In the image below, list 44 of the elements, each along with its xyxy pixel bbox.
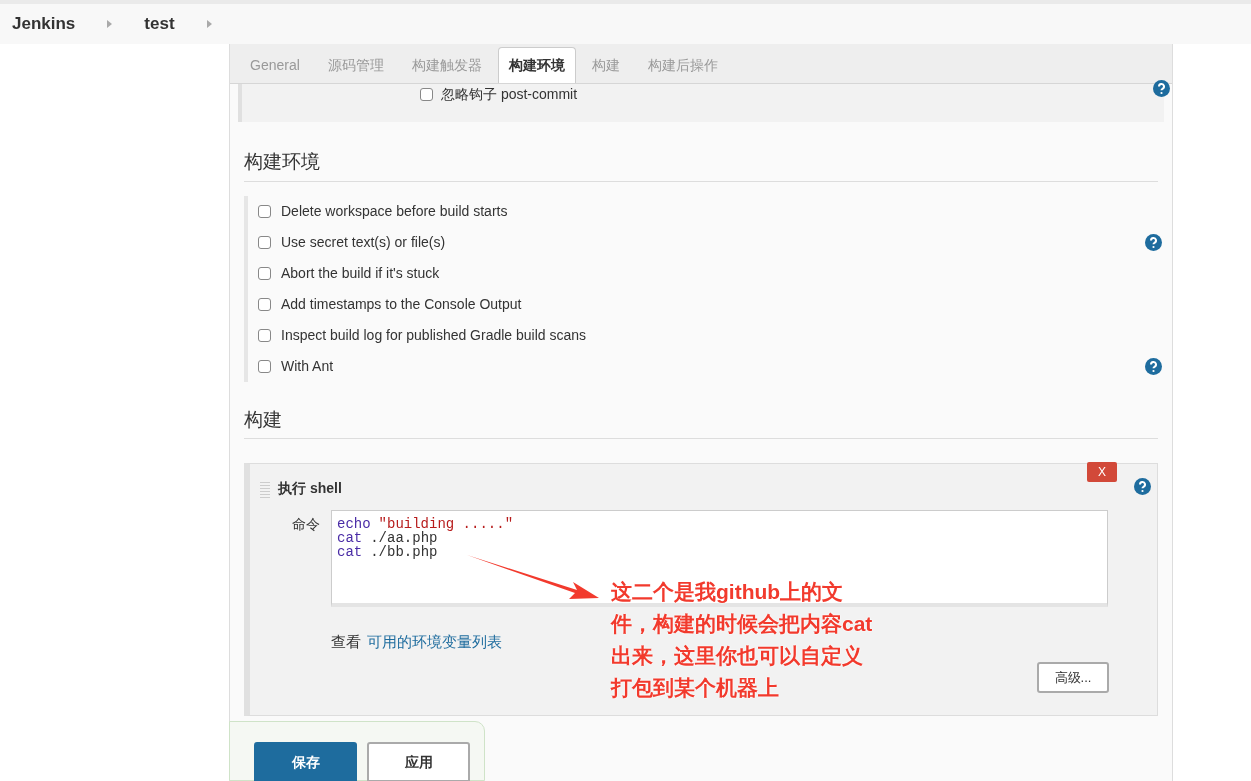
code-keyword: echo [337, 516, 371, 532]
form-button[interactable]: 保存 [254, 742, 357, 781]
code-keyword: cat [337, 544, 363, 560]
section-title: 构建 [244, 405, 1158, 439]
breadcrumb-link[interactable]: Jenkins [8, 11, 80, 37]
help-icon[interactable] [1145, 233, 1162, 251]
code-text: ./aa.php [370, 530, 438, 546]
checkbox[interactable] [258, 297, 271, 311]
delete-button[interactable]: X [1087, 462, 1117, 482]
checkbox-label: Abort the build if it's stuck [281, 263, 440, 283]
advanced-button[interactable]: 高级... [1037, 662, 1109, 693]
env-vars-link[interactable]: 可用的环境变量列表 [367, 631, 502, 654]
code-text: "building ....." [378, 516, 514, 532]
checkbox-label: Add timestamps to the Console Output [281, 294, 522, 314]
caret-icon [107, 20, 113, 28]
help-icon[interactable] [1153, 80, 1170, 97]
step-title: 执行 shell [278, 479, 342, 498]
breadcrumb-link[interactable]: test [140, 11, 179, 37]
annotation-text: 出来，这里你也可以自定义 [611, 643, 864, 669]
form-button[interactable]: 应用 [367, 742, 470, 781]
caret-icon [206, 20, 212, 28]
checkbox-label: Inspect build log for published Gradle build scans [281, 325, 587, 345]
annotation-text: 这二个是我github上的文 [611, 579, 845, 605]
checkbox[interactable] [258, 235, 271, 249]
checkbox[interactable] [258, 204, 271, 218]
tab[interactable]: 构建环境 [497, 47, 576, 83]
checkbox[interactable] [420, 88, 433, 101]
annotation-text: 件，构建的时候会把内容cat [611, 611, 874, 637]
arrow-icon [465, 552, 601, 600]
checkbox-label: 忽略钩子 post-commit [441, 85, 578, 104]
annotation-text: 打包到某个机器上 [611, 675, 780, 701]
checkbox[interactable] [258, 328, 271, 342]
help-icon[interactable] [1134, 478, 1151, 495]
helper-text: 查看 [331, 632, 361, 652]
checkbox-label: Delete workspace before build starts [281, 201, 508, 221]
checkbox-label: Use secret text(s) or file(s) [281, 232, 446, 252]
code-keyword: cat [337, 530, 363, 546]
checkbox[interactable] [258, 359, 271, 373]
checkbox[interactable] [258, 266, 271, 280]
checkbox-label: With Ant [281, 356, 334, 376]
code-text: ./bb.php [370, 544, 438, 560]
help-icon[interactable] [1145, 357, 1162, 375]
field-label: 命令 [292, 515, 320, 534]
section-title: 构建环境 [244, 148, 1158, 182]
